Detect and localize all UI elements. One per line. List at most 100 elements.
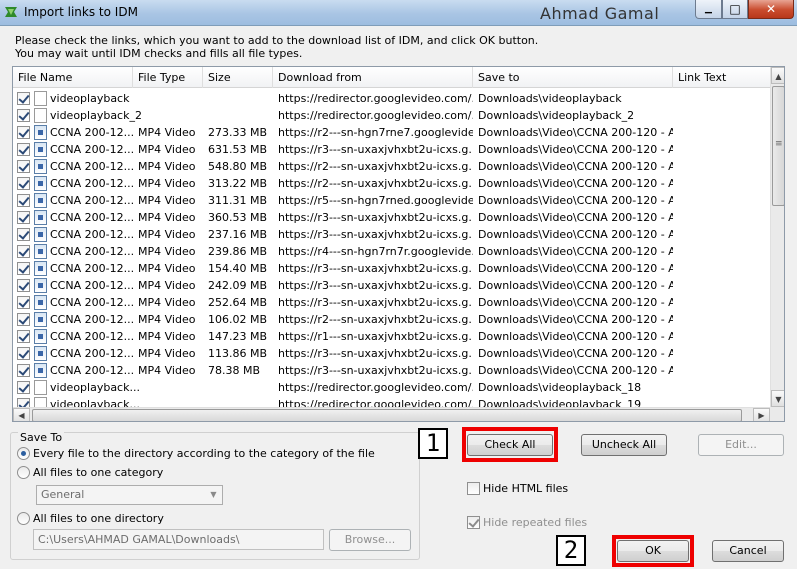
row-checkbox[interactable] (17, 381, 30, 394)
row-from: https://r3---sn-uxaxjvhxbt2u-icxs.g... (278, 228, 473, 241)
video-file-icon (34, 193, 47, 208)
list-header: File Name File Type Size Download from S… (13, 67, 770, 88)
row-from: https://r3---sn-uxaxjvhxbt2u-icxs.g... (278, 347, 473, 360)
row-checkbox[interactable] (17, 126, 30, 139)
table-row[interactable]: videoplayback_2 https://redirector.google… (13, 107, 770, 124)
maximize-button[interactable]: □ (722, 0, 748, 19)
links-list[interactable]: File Name File Type Size Download from S… (12, 66, 785, 422)
table-row[interactable]: CCNA 200-12... MP4 Video 242.09 MB https://… (13, 277, 770, 294)
scroll-right-arrow[interactable]: ▶ (753, 408, 770, 421)
table-row[interactable]: videoplayback... https://redirector.googl… (13, 379, 770, 396)
directory-path-input[interactable]: C:\Users\AHMAD GAMAL\Downloads\ (33, 529, 324, 550)
table-row[interactable]: CCNA 200-12... MP4 Video 311.31 MB https://… (13, 192, 770, 209)
row-checkbox[interactable] (17, 143, 30, 156)
row-file-name: CCNA 200-12... (50, 177, 135, 190)
table-row[interactable]: CCNA 200-12... MP4 Video 548.80 MB https://… (13, 158, 770, 175)
hide-repeated-checkbox[interactable] (467, 516, 480, 529)
row-to: Downloads\videoplayback_19 (478, 398, 642, 407)
column-size[interactable]: Size (203, 67, 273, 88)
scroll-left-arrow[interactable]: ◀ (13, 408, 30, 421)
row-checkbox[interactable] (17, 279, 30, 292)
row-to: Downloads\Video\CCNA 200-120 - Al... (478, 296, 673, 309)
column-save-to[interactable]: Save to (473, 67, 673, 88)
uncheck-all-button[interactable]: Uncheck All (581, 434, 667, 456)
table-row[interactable]: CCNA 200-12... MP4 Video 78.38 MB https://r… (13, 362, 770, 379)
vertical-scrollbar[interactable]: ▲ ▼ (770, 67, 784, 407)
row-from: https://r3---sn-uxaxjvhxbt2u-icxs.g... (278, 143, 473, 156)
edit-button[interactable]: Edit... (698, 434, 784, 456)
radio-button[interactable] (17, 466, 30, 479)
table-row[interactable]: CCNA 200-12... MP4 Video 239.86 MB https://… (13, 243, 770, 260)
row-checkbox[interactable] (17, 313, 30, 326)
table-row[interactable]: CCNA 200-12... MP4 Video 106.02 MB https://… (13, 311, 770, 328)
row-checkbox[interactable] (17, 194, 30, 207)
column-file-name[interactable]: File Name (13, 67, 133, 88)
column-link-text[interactable]: Link Text (673, 67, 770, 88)
table-row[interactable]: videoplayback... https://redirector.googl… (13, 396, 770, 407)
row-from: https://redirector.googlevideo.com/... (278, 109, 473, 122)
row-file-name: CCNA 200-12... (50, 364, 135, 377)
table-row[interactable]: CCNA 200-12... MP4 Video 360.53 MB https://… (13, 209, 770, 226)
row-checkbox[interactable] (17, 347, 30, 360)
close-button[interactable]: ✕ (748, 0, 794, 19)
hide-repeated-label: Hide repeated files (483, 516, 588, 529)
close-icon: ✕ (765, 2, 777, 16)
row-checkbox[interactable] (17, 228, 30, 241)
table-row[interactable]: CCNA 200-12... MP4 Video 252.64 MB https://… (13, 294, 770, 311)
row-to: Downloads\Video\CCNA 200-120 - Al... (478, 347, 673, 360)
row-file-name: CCNA 200-12... (50, 245, 135, 258)
scroll-up-arrow[interactable]: ▲ (771, 67, 784, 84)
table-row[interactable]: videoplayback https://redirector.googlevi… (13, 90, 770, 107)
row-to: Downloads\Video\CCNA 200-120 - Al... (478, 228, 673, 241)
row-checkbox[interactable] (17, 364, 30, 377)
table-row[interactable]: CCNA 200-12... MP4 Video 113.86 MB https://… (13, 345, 770, 362)
row-type: MP4 Video (138, 296, 196, 309)
row-checkbox[interactable] (17, 109, 30, 122)
chevron-down-icon[interactable]: ▼ (205, 486, 222, 504)
table-row[interactable]: CCNA 200-12... MP4 Video 154.40 MB https://… (13, 260, 770, 277)
horizontal-scrollbar[interactable]: ◀ ▶ (13, 407, 770, 421)
video-file-icon (34, 278, 47, 293)
row-to: Downloads\Video\CCNA 200-120 - Al... (478, 194, 673, 207)
row-checkbox[interactable] (17, 398, 30, 407)
row-checkbox[interactable] (17, 92, 30, 105)
row-to: Downloads\Video\CCNA 200-120 - Al... (478, 211, 673, 224)
save-to-legend: Save To (18, 431, 65, 444)
row-to: Downloads\Video\CCNA 200-120 - Al... (478, 245, 673, 258)
browse-button[interactable]: Browse... (329, 529, 411, 551)
category-select[interactable]: General ▼ (36, 485, 223, 505)
row-size: 239.86 MB (208, 245, 268, 258)
row-to: Downloads\videoplayback_18 (478, 381, 642, 394)
table-row[interactable]: CCNA 200-12... MP4 Video 147.23 MB https://… (13, 328, 770, 345)
radio-button-selected[interactable] (17, 447, 30, 460)
table-row[interactable]: CCNA 200-12... MP4 Video 237.16 MB https://… (13, 226, 770, 243)
horizontal-scroll-thumb[interactable] (32, 409, 742, 421)
row-type: MP4 Video (138, 364, 196, 377)
cancel-button[interactable]: Cancel (712, 540, 784, 562)
minimize-button[interactable]: ▁ (695, 0, 722, 19)
table-row[interactable]: CCNA 200-12... MP4 Video 313.22 MB https://… (13, 175, 770, 192)
row-type: MP4 Video (138, 160, 196, 173)
column-file-type[interactable]: File Type (133, 67, 203, 88)
radio-label: All files to one category (33, 466, 164, 479)
row-checkbox[interactable] (17, 262, 30, 275)
table-row[interactable]: CCNA 200-12... MP4 Video 273.33 MB https://… (13, 124, 770, 141)
row-size: 242.09 MB (208, 279, 268, 292)
row-checkbox[interactable] (17, 211, 30, 224)
row-from: https://r5---sn-hgn7rned.googlevide... (278, 194, 473, 207)
row-checkbox[interactable] (17, 330, 30, 343)
row-checkbox[interactable] (17, 245, 30, 258)
hide-html-checkbox[interactable] (467, 482, 480, 495)
row-from: https://r3---sn-uxaxjvhxbt2u-icxs.g... (278, 211, 473, 224)
vertical-scroll-thumb[interactable] (772, 86, 784, 206)
idm-app-icon (5, 7, 17, 17)
row-checkbox[interactable] (17, 160, 30, 173)
row-checkbox[interactable] (17, 296, 30, 309)
row-checkbox[interactable] (17, 177, 30, 190)
table-row[interactable]: CCNA 200-12... MP4 Video 631.53 MB https://… (13, 141, 770, 158)
row-file-name: CCNA 200-12... (50, 262, 135, 275)
column-download-from[interactable]: Download from (273, 67, 473, 88)
video-file-icon (34, 346, 47, 361)
radio-button[interactable] (17, 512, 30, 525)
scroll-down-arrow[interactable]: ▼ (771, 390, 784, 407)
